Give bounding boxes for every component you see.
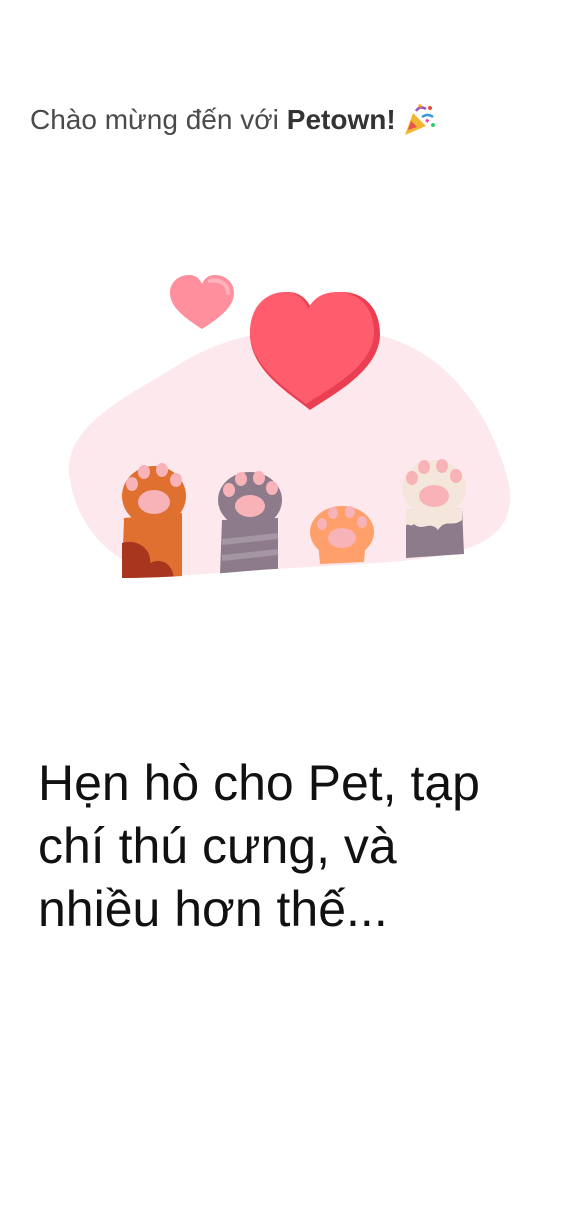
paw-icon (310, 506, 374, 564)
welcome-title: Chào mừng đến với Petown! (30, 100, 436, 140)
brand-name: Petown! (286, 104, 396, 135)
headline-text: Hẹn hò cho Pet, tạp chí thú cưng, và nhi… (38, 755, 480, 937)
pets-dating-illustration (60, 275, 515, 585)
welcome-prefix: Chào mừng đến với (30, 104, 279, 135)
paw-icon (218, 471, 282, 574)
paw-icon (122, 463, 186, 578)
party-popper-icon (404, 104, 435, 135)
heart-icon (170, 275, 234, 329)
